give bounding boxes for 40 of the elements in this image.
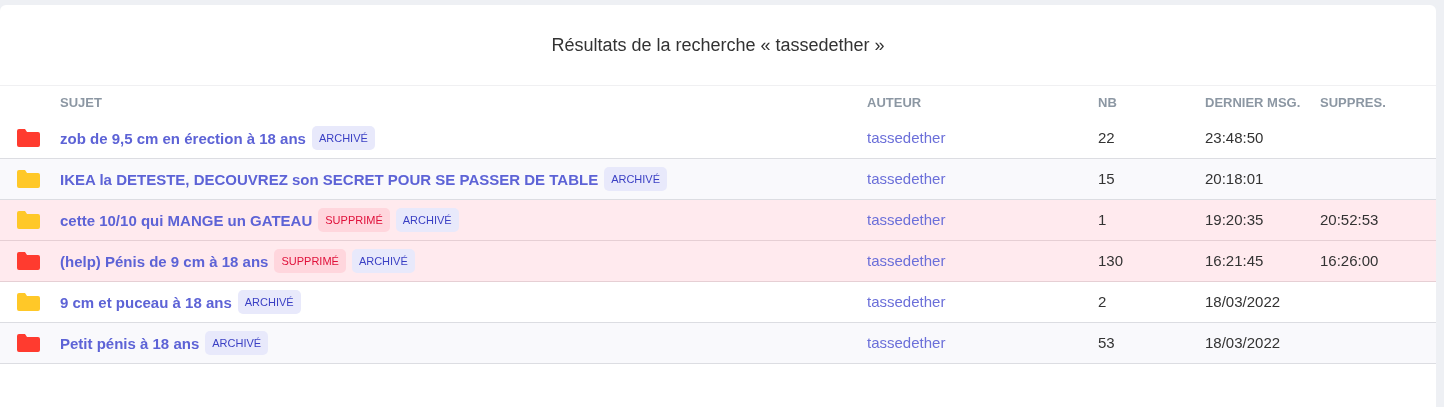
archived-badge: ARCHIVÉ [395, 208, 459, 232]
column-header: AUTEUR [867, 94, 923, 110]
author-link[interactable]: tassedether [867, 334, 946, 351]
archived-badge: ARCHIVÉ [205, 331, 269, 355]
author-link[interactable]: tassedether [867, 170, 946, 187]
topic-link[interactable]: Petit pénis à 18 ans [60, 334, 200, 352]
archived-badge: ARCHIVÉ [351, 249, 415, 273]
last-message-time: 19:20:35 [1205, 211, 1264, 228]
message-count: 22 [1098, 129, 1115, 146]
message-count: 15 [1098, 170, 1115, 187]
deleted-badge: SUPPRIMÉ [318, 208, 390, 232]
author-link[interactable]: tassedether [867, 252, 946, 269]
column-header: NB [1098, 94, 1118, 110]
results-title: Résultats de la recherche « tassedether » [551, 34, 885, 56]
column-header: SUPPRES. [1320, 94, 1387, 110]
message-count: 53 [1098, 334, 1115, 351]
column-header: DERNIER MSG. [1205, 94, 1302, 110]
message-count: 130 [1098, 252, 1124, 269]
topic-link[interactable]: IKEA la DETESTE, DECOUVREZ son SECRET POUR SE PASSER DE TABLE [60, 170, 599, 188]
last-message-time: 18/03/2022 [1205, 293, 1281, 310]
deletion-time: 16:26:00 [1320, 252, 1379, 269]
topic-link[interactable]: 9 cm et puceau à 18 ans [60, 293, 232, 311]
archived-badge: ARCHIVÉ [604, 167, 668, 191]
topic-link[interactable]: zob de 9,5 cm en érection à 18 ans [60, 129, 306, 147]
last-message-time: 16:21:45 [1205, 252, 1264, 269]
last-message-time: 23:48:50 [1205, 129, 1264, 146]
topic-link[interactable]: cette 10/10 qui MANGE un GATEAU [60, 211, 313, 229]
last-message-time: 18/03/2022 [1205, 334, 1281, 351]
archived-badge: ARCHIVÉ [311, 126, 375, 150]
message-count: 1 [1098, 211, 1107, 228]
last-message-time: 20:18:01 [1205, 170, 1264, 187]
topic-link[interactable]: (help) Pénis de 9 cm à 18 ans [60, 252, 269, 270]
column-header: SUJET [60, 94, 103, 110]
deleted-badge: SUPPRIMÉ [274, 249, 346, 273]
author-link[interactable]: tassedether [867, 211, 946, 228]
archived-badge: ARCHIVÉ [237, 290, 301, 314]
author-link[interactable]: tassedether [867, 129, 946, 146]
deletion-time: 20:52:53 [1320, 211, 1379, 228]
author-link[interactable]: tassedether [867, 293, 946, 310]
message-count: 2 [1098, 293, 1107, 310]
